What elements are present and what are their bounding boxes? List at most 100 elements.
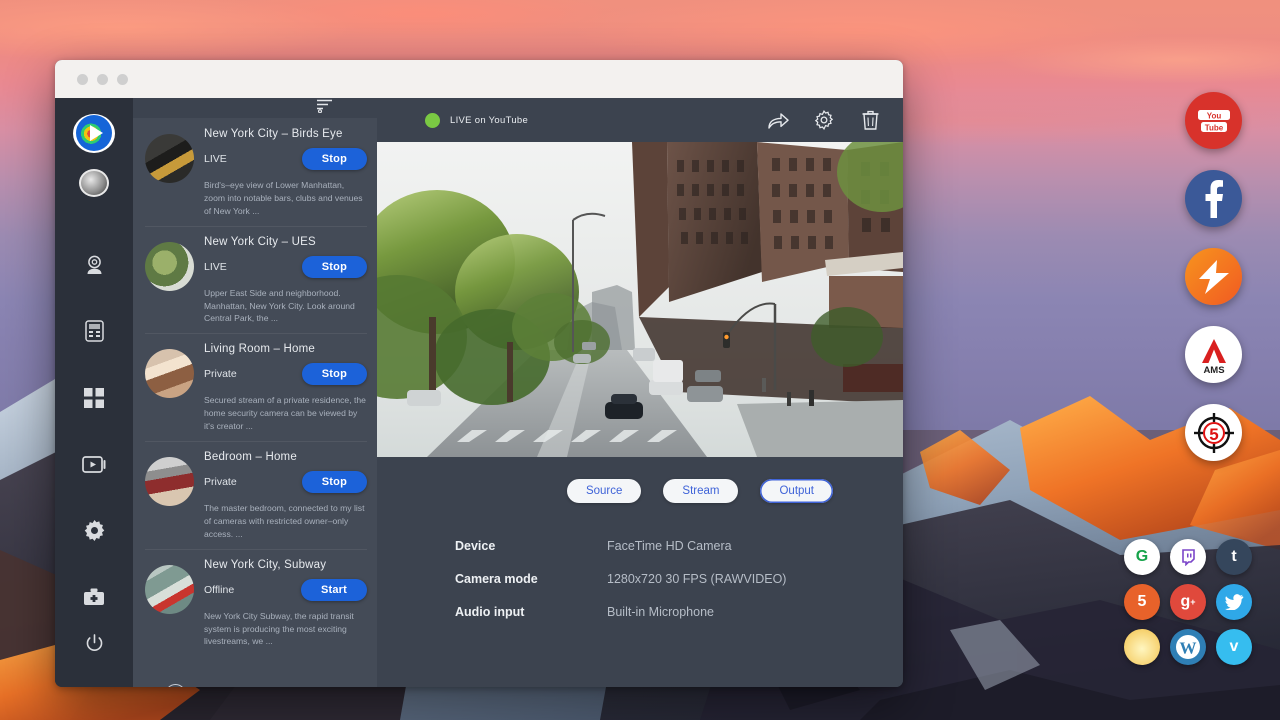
camera-action-button[interactable]: Stop bbox=[302, 471, 367, 493]
preview-video-frame bbox=[377, 142, 903, 457]
desktop-tray: G t 5 g+ W v bbox=[1124, 539, 1252, 665]
detail-row: Audio input Built-in Microphone bbox=[455, 605, 903, 619]
camera-thumbnail bbox=[145, 565, 194, 614]
adobe-ams-launcher-icon[interactable]: AMS bbox=[1185, 326, 1242, 383]
app-window: New York City – Birds Eye LIVE Stop Bird… bbox=[55, 60, 903, 687]
camera-preview[interactable] bbox=[377, 142, 903, 457]
camera-title: Living Room – Home bbox=[204, 343, 367, 355]
close-button[interactable] bbox=[77, 74, 88, 85]
gear-icon[interactable] bbox=[809, 105, 839, 135]
camera-description: Upper East Side and neighborhood. Manhat… bbox=[204, 287, 367, 326]
detail-label: Device bbox=[455, 539, 607, 553]
camera-action-button[interactable]: Stop bbox=[302, 363, 367, 385]
facebook-launcher-icon[interactable] bbox=[1185, 170, 1242, 227]
camera-thumbnail bbox=[145, 457, 194, 506]
camera-title: New York City, Subway bbox=[204, 559, 367, 571]
tv-icon bbox=[82, 455, 106, 474]
tab-stream[interactable]: Stream bbox=[663, 479, 738, 503]
five-service-icon[interactable]: 5 bbox=[1124, 584, 1160, 620]
sidebar-item-power[interactable] bbox=[69, 621, 119, 667]
twitch-service-icon[interactable] bbox=[1170, 539, 1206, 575]
camera-title: New York City – UES bbox=[204, 236, 367, 248]
camera-list-header bbox=[133, 98, 377, 118]
camera-title: Bedroom – Home bbox=[204, 451, 367, 463]
window-titlebar[interactable] bbox=[55, 60, 903, 98]
first-aid-kit-icon bbox=[83, 588, 105, 608]
sidebar-item-cameras[interactable] bbox=[69, 241, 119, 287]
camera-action-button[interactable]: Stop bbox=[302, 256, 367, 278]
sidebar-item-dashboard[interactable] bbox=[69, 374, 119, 420]
sidebar-item-devices[interactable] bbox=[69, 308, 119, 354]
detail-tabs: Source Stream Output bbox=[377, 457, 903, 503]
add-camera-button[interactable]: + Add Camera bbox=[133, 656, 377, 687]
camera-action-button[interactable]: Start bbox=[301, 579, 367, 601]
power-icon bbox=[85, 634, 104, 653]
sort-icon[interactable] bbox=[316, 98, 333, 118]
list-item[interactable]: Bedroom – Home Private Stop The master b… bbox=[133, 441, 377, 549]
camera-status: Private bbox=[204, 368, 237, 380]
mobile-device-icon bbox=[85, 320, 104, 342]
grid-icon bbox=[84, 388, 104, 408]
camera-list-panel: New York City – Birds Eye LIVE Stop Bird… bbox=[133, 98, 377, 687]
google-plus-service-icon[interactable]: g+ bbox=[1170, 584, 1206, 620]
svg-text:AMS: AMS bbox=[1203, 365, 1224, 375]
camera-title: New York City – Birds Eye bbox=[204, 128, 367, 140]
sidebar-item-settings[interactable] bbox=[69, 508, 119, 554]
camera-thumbnail bbox=[145, 242, 194, 291]
camera-thumbnail bbox=[145, 349, 194, 398]
list-item[interactable]: New York City – UES LIVE Stop Upper East… bbox=[133, 226, 377, 334]
twitter-service-icon[interactable] bbox=[1216, 584, 1252, 620]
trash-icon[interactable] bbox=[855, 105, 885, 135]
sidebar-rail bbox=[55, 98, 133, 687]
youtube-launcher-icon[interactable]: You Tube bbox=[1185, 92, 1242, 149]
tab-output[interactable]: Output bbox=[760, 479, 833, 503]
webcam-icon bbox=[84, 254, 105, 275]
g-service-icon[interactable]: G bbox=[1124, 539, 1160, 575]
sun-service-icon[interactable] bbox=[1124, 629, 1160, 665]
live-status-label: LIVE on YouTube bbox=[450, 115, 528, 126]
list-item[interactable]: Living Room – Home Private Stop Secured … bbox=[133, 333, 377, 441]
camera-status: Private bbox=[204, 476, 237, 488]
detail-row: Camera mode 1280x720 30 FPS (RAWVIDEO) bbox=[455, 572, 903, 586]
detail-label: Camera mode bbox=[455, 572, 607, 586]
detail-value: FaceTime HD Camera bbox=[607, 539, 732, 553]
svg-text:W: W bbox=[1180, 639, 1197, 658]
camera-description: Bird's–eye view of Lower Manhattan, zoom… bbox=[204, 179, 367, 218]
list-item[interactable]: New York City, Subway Offline Start New … bbox=[133, 549, 377, 657]
vimeo-service-icon[interactable]: v bbox=[1216, 629, 1252, 665]
camera-description: New York City Subway, the rapid transit … bbox=[204, 610, 367, 649]
target-five-launcher-icon[interactable]: 5 bbox=[1185, 404, 1242, 461]
sidebar-item-support[interactable] bbox=[69, 574, 119, 620]
tab-source[interactable]: Source bbox=[567, 479, 641, 503]
svg-text:Tube: Tube bbox=[1204, 123, 1223, 132]
plus-circle-icon: + bbox=[165, 684, 186, 687]
detail-value: Built-in Microphone bbox=[607, 605, 714, 619]
camera-status: LIVE bbox=[204, 153, 227, 165]
camera-thumbnail bbox=[145, 134, 194, 183]
list-item[interactable]: New York City – Birds Eye LIVE Stop Bird… bbox=[133, 118, 377, 226]
detail-value: 1280x720 30 FPS (RAWVIDEO) bbox=[607, 572, 786, 586]
gear-icon bbox=[84, 520, 105, 541]
minimize-button[interactable] bbox=[97, 74, 108, 85]
share-icon[interactable] bbox=[763, 105, 793, 135]
svg-text:You: You bbox=[1206, 111, 1221, 120]
app-logo[interactable] bbox=[73, 114, 115, 153]
live-status-dot bbox=[425, 113, 440, 128]
detail-label: Audio input bbox=[455, 605, 607, 619]
camera-description: Secured stream of a private residence, t… bbox=[204, 394, 367, 433]
camera-status: LIVE bbox=[204, 261, 227, 273]
main-panel: LIVE on YouTube bbox=[377, 98, 903, 687]
svg-text:5: 5 bbox=[1209, 425, 1218, 444]
tumblr-service-icon[interactable]: t bbox=[1216, 539, 1252, 575]
camera-action-button[interactable]: Stop bbox=[302, 148, 367, 170]
camera-status: Offline bbox=[204, 584, 234, 596]
desktop-launcher: You Tube AMS 5 bbox=[1185, 92, 1242, 461]
camera-description: The master bedroom, connected to my list… bbox=[204, 502, 367, 541]
main-topbar: LIVE on YouTube bbox=[377, 98, 903, 142]
maximize-button[interactable] bbox=[117, 74, 128, 85]
sidebar-item-broadcasts[interactable] bbox=[69, 441, 119, 487]
wordpress-service-icon[interactable]: W bbox=[1170, 629, 1206, 665]
user-avatar[interactable] bbox=[79, 169, 109, 197]
detail-row: Device FaceTime HD Camera bbox=[455, 539, 903, 553]
wowza-launcher-icon[interactable] bbox=[1185, 248, 1242, 305]
